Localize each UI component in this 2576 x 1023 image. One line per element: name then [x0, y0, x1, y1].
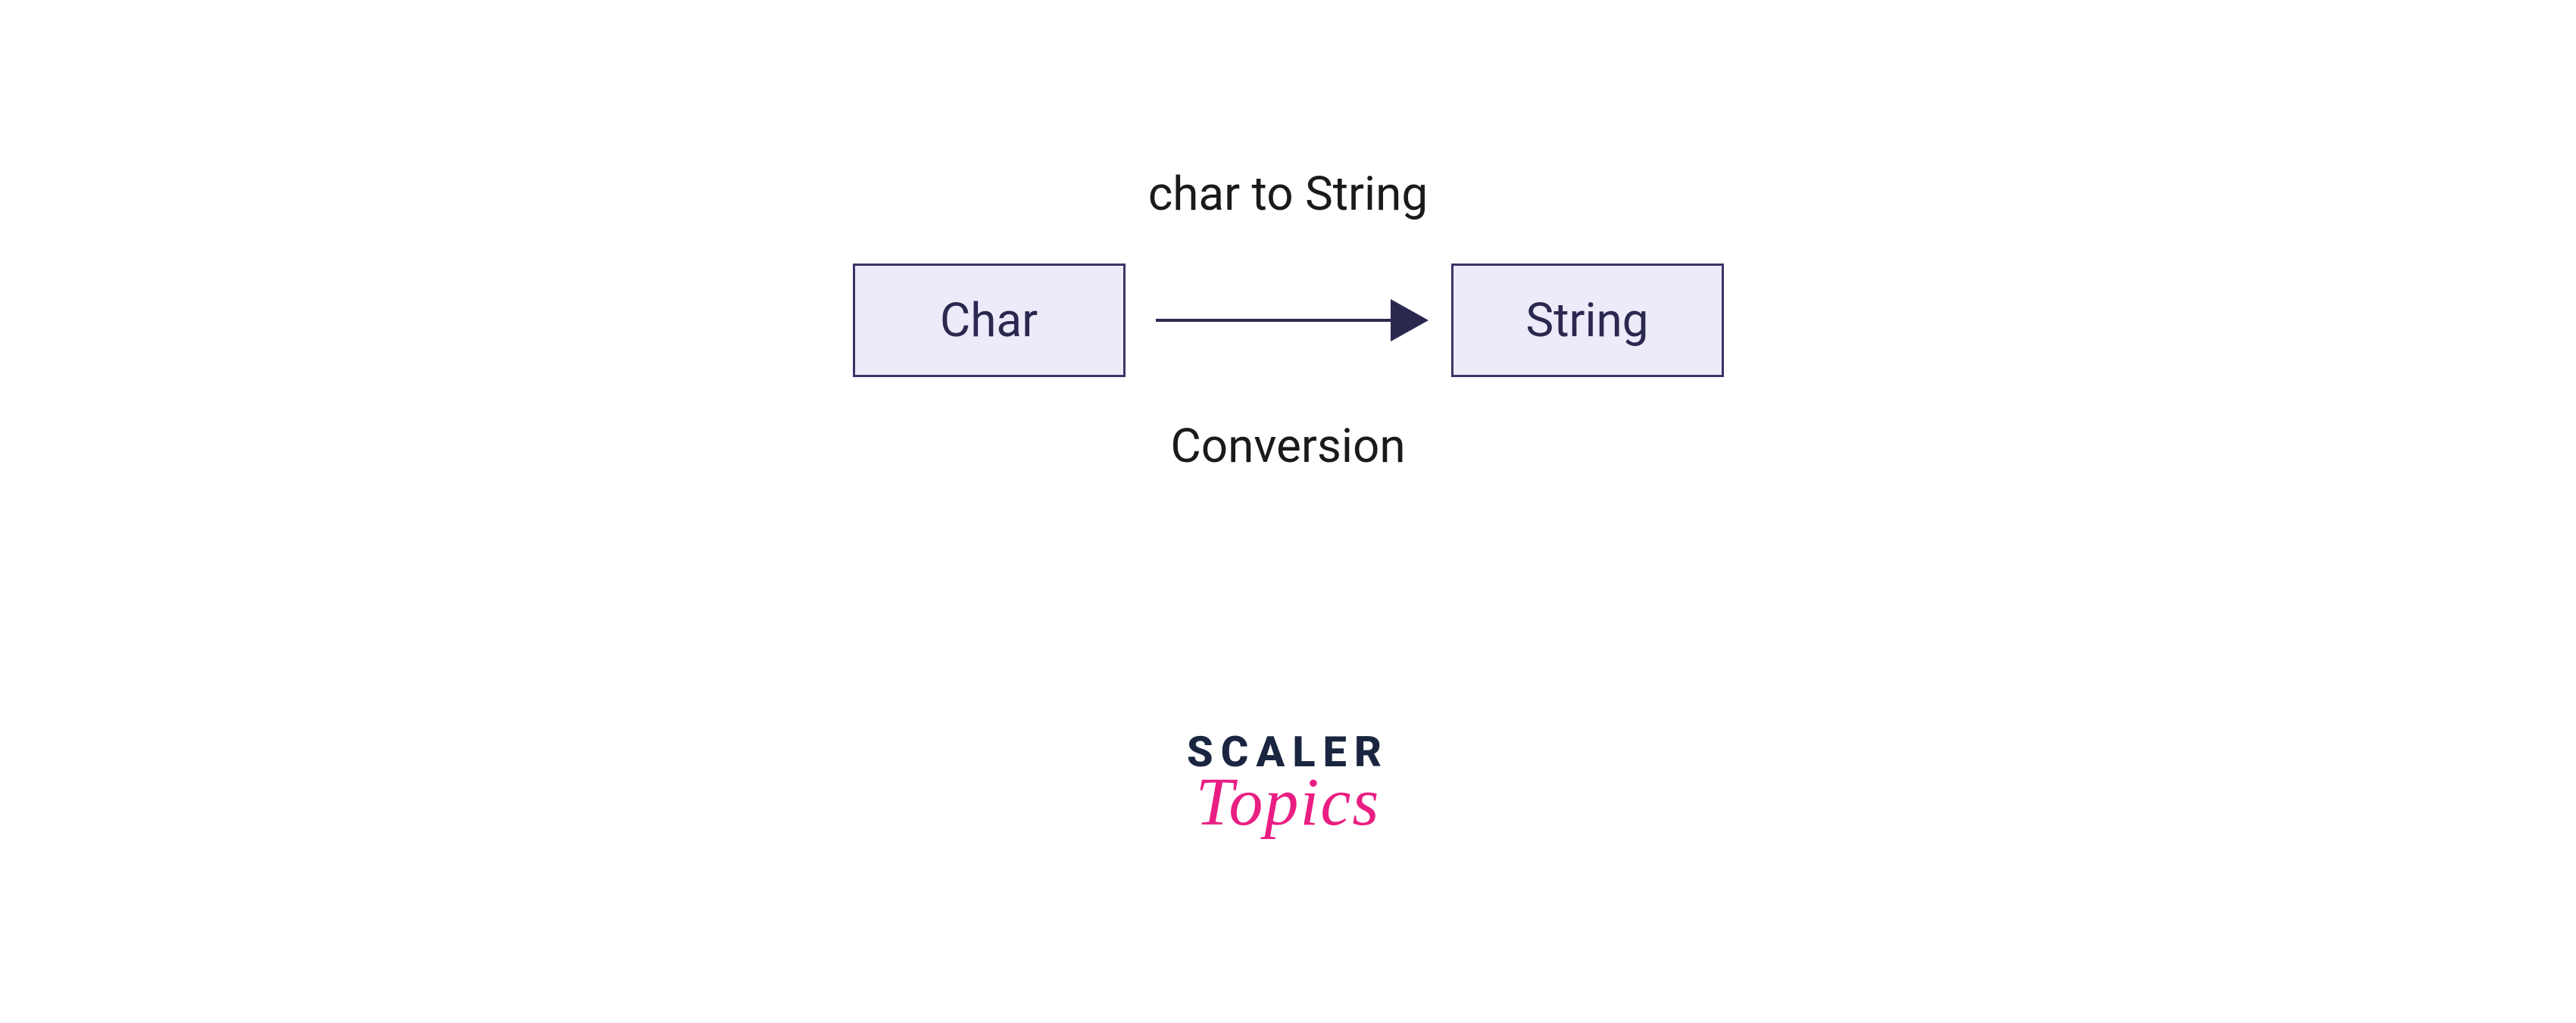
diagram-container: char to String Char String Conversion [853, 167, 1724, 474]
logo-topics-text: Topics [1187, 763, 1389, 841]
logo-container: SCALER Topics [1187, 727, 1389, 841]
string-box: String [1451, 264, 1724, 377]
arrow-line [1156, 319, 1421, 322]
char-box: Char [853, 264, 1126, 377]
flow-row: Char String [853, 264, 1724, 377]
diagram-subtitle: Conversion [1170, 419, 1405, 474]
diagram-title: char to String [1148, 167, 1428, 222]
arrow-head-icon [1391, 299, 1429, 342]
arrow-container [1126, 264, 1451, 377]
